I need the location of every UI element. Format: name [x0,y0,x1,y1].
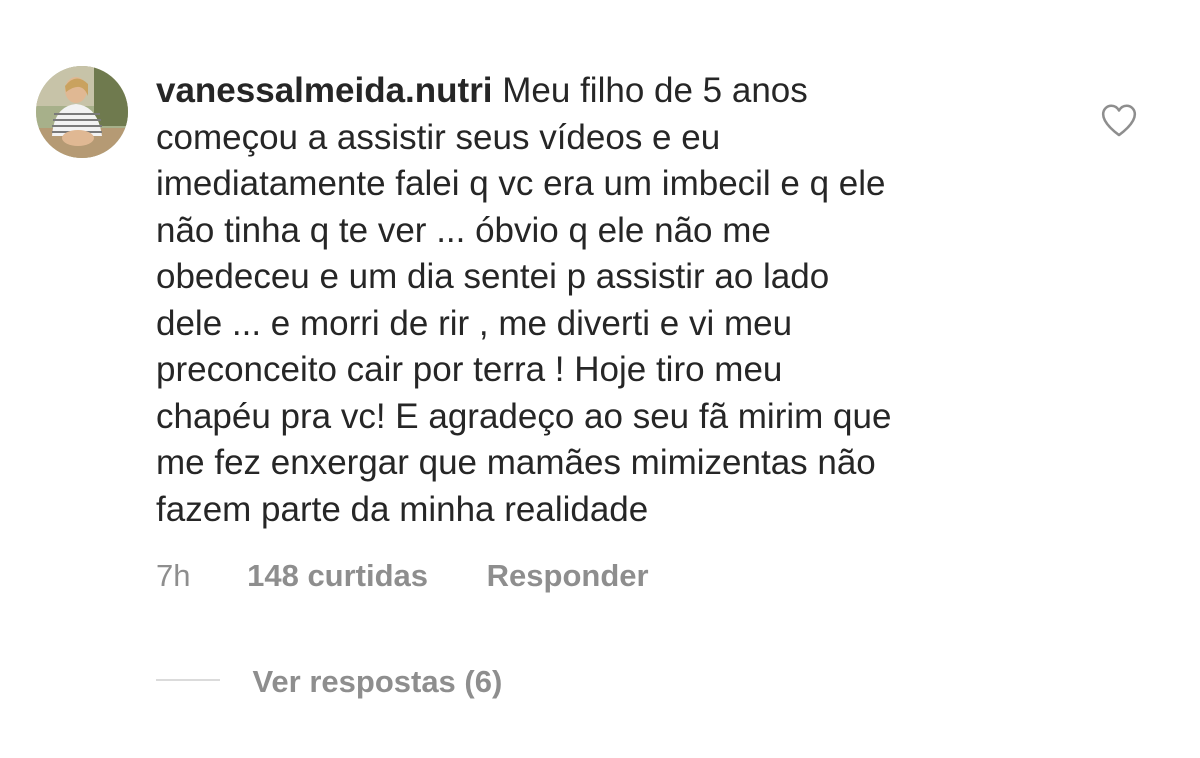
comment-meta: 7h 148 curtidas Responder [156,556,649,596]
comment-text-segment: Meu filho de 5 anos [492,71,808,110]
username-link[interactable]: vanessalmeida.nutri [156,71,493,110]
avatar-photo [36,66,128,158]
reply-button[interactable]: Responder [487,556,649,596]
view-replies-button[interactable]: Ver respostas (6) [156,662,502,702]
heart-outline-icon [1101,104,1137,137]
comment-line: vanessalmeida.nutri Meu filho de 5 anos [156,68,1056,115]
replies-divider [156,679,220,681]
comment-line: fazem parte da minha realidade [156,489,649,529]
comment-line: não tinha q te ver ... óbvio q ele não m… [156,210,771,250]
likes-count-link[interactable]: 148 curtidas [247,556,428,596]
avatar[interactable] [36,66,128,158]
view-replies-label: Ver respostas (6) [252,664,503,699]
comment-line: me fez enxergar que mamães mimizentas nã… [156,443,876,482]
comment-line: obedeceu e um dia sentei p assistir ao l… [156,257,830,296]
comment-line: preconceito cair por terra ! Hoje tiro m… [156,350,783,389]
comment-line: chapéu pra vc! E agradeço ao seu fã miri… [156,396,892,436]
like-button[interactable] [1100,102,1138,138]
comment-line: começou a assistir seus vídeos e eu [156,117,721,157]
comment-text: vanessalmeida.nutri Meu filho de 5 anos … [156,68,1056,533]
comment: vanessalmeida.nutri Meu filho de 5 anos … [0,0,1200,758]
comment-line: imediatamente falei q vc era um imbecil … [156,164,886,203]
comment-line: dele ... e morri de rir , me diverti e v… [156,303,793,343]
timestamp: 7h [156,558,191,593]
